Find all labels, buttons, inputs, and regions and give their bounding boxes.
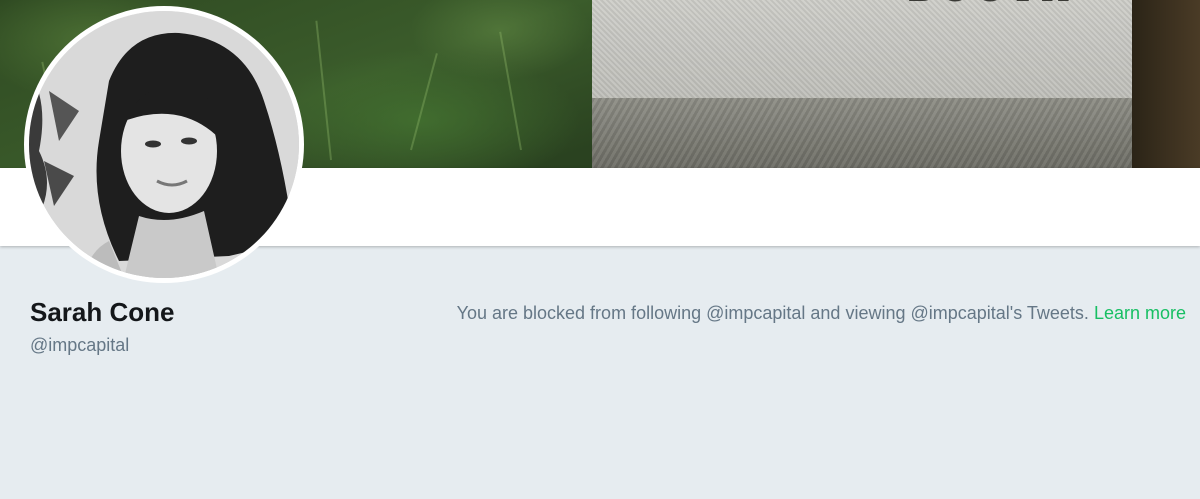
gravestone-engraving: BOOTH [908,0,1076,11]
profile-handle: @impcapital [30,335,130,355]
profile-name: Sarah Cone [30,297,175,327]
banner-edge [1132,0,1200,168]
grass-blade [499,31,522,151]
gravestone-base [592,98,1132,168]
grass-blade [410,53,438,151]
blocked-notice: You are blocked from following @impcapit… [457,303,1186,324]
avatar-portrait-icon [29,11,299,278]
learn-more-link[interactable]: Learn more [1094,303,1186,323]
grass-blade [315,20,332,161]
blocked-message: You are blocked from following @impcapit… [456,303,1089,323]
gravestone: BOOTH [592,0,1132,168]
gravestone-face: BOOTH [592,0,1132,108]
avatar[interactable] [29,11,299,278]
